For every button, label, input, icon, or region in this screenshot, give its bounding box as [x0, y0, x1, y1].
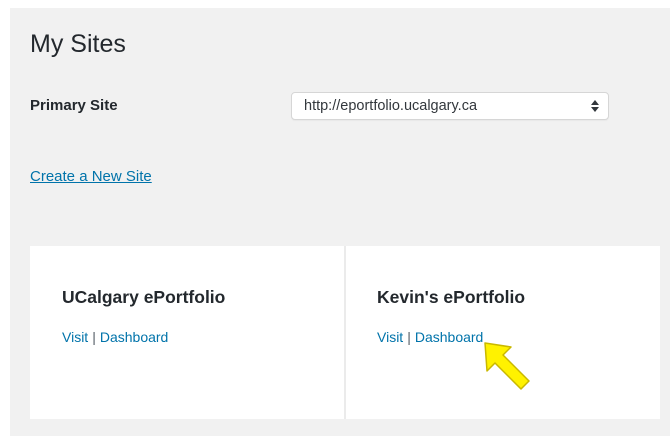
- primary-site-select-value: http://eportfolio.ucalgary.ca: [304, 98, 478, 114]
- action-separator: |: [92, 329, 96, 345]
- create-new-site-link[interactable]: Create a New Site: [30, 168, 152, 185]
- dashboard-link[interactable]: Dashboard: [100, 329, 169, 345]
- visit-link[interactable]: Visit: [377, 329, 403, 345]
- site-card-title: Kevin's ePortfolio: [377, 287, 526, 307]
- my-sites-panel: My Sites Primary Site http://eportfolio.…: [10, 8, 670, 436]
- select-arrows-icon: [591, 100, 599, 112]
- visit-link[interactable]: Visit: [62, 329, 88, 345]
- dashboard-link[interactable]: Dashboard: [415, 329, 484, 345]
- primary-site-label: Primary Site: [30, 97, 118, 114]
- action-separator: |: [407, 329, 411, 345]
- site-card-ucalgary: UCalgary ePortfolio Visit | Dashboard: [30, 246, 344, 419]
- site-card-actions: Visit | Dashboard: [62, 329, 168, 345]
- page-title: My Sites: [30, 30, 126, 58]
- pointer-arrow-icon: [484, 342, 530, 390]
- primary-site-select[interactable]: http://eportfolio.ucalgary.ca: [291, 92, 609, 120]
- site-card-title: UCalgary ePortfolio: [62, 287, 226, 307]
- site-card-actions: Visit | Dashboard: [377, 329, 483, 345]
